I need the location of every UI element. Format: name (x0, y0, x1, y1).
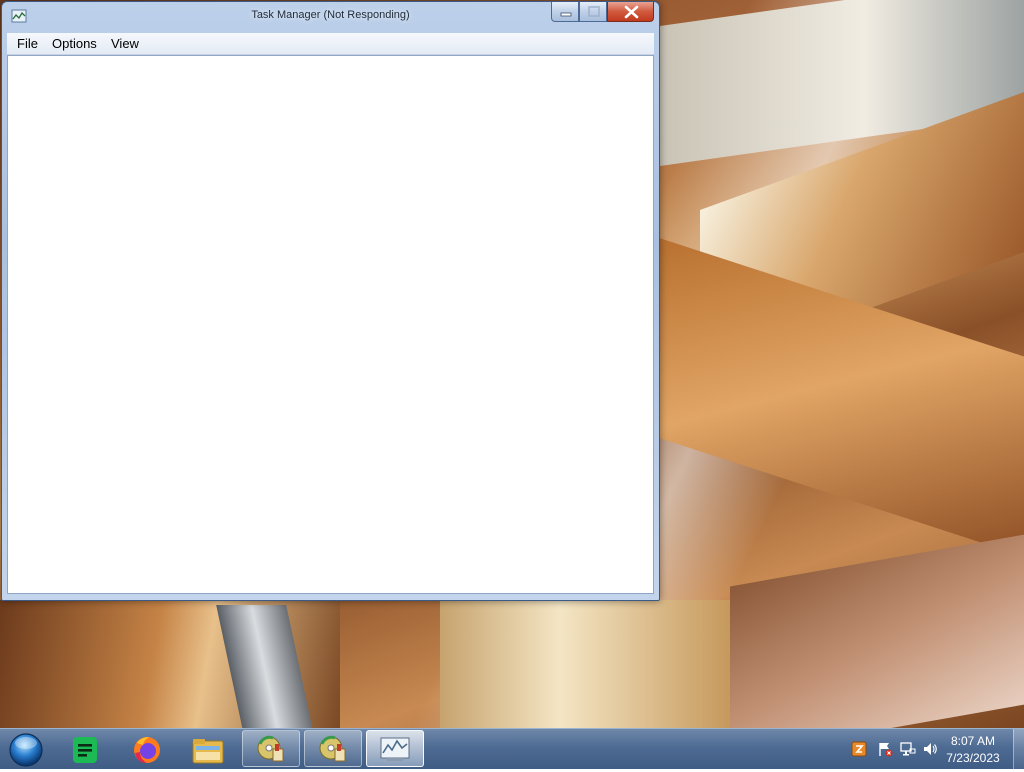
taskbar: 8:07 AM 7/23/2023 (0, 728, 1024, 769)
maximize-button[interactable] (579, 2, 607, 22)
task-manager-icon (380, 737, 410, 761)
wallpaper-panel (440, 600, 740, 728)
minimize-button[interactable] (551, 2, 579, 22)
action-center-flag-icon[interactable] (877, 741, 893, 757)
menu-options[interactable]: Options (51, 36, 98, 51)
clock-time[interactable]: 8:07 AM (938, 734, 1008, 748)
task-manager-window[interactable]: Task Manager (Not Responding) File Optio… (1, 1, 660, 601)
java-update-icon[interactable] (851, 741, 867, 757)
close-button[interactable] (607, 2, 654, 22)
wallpaper-panel (730, 533, 1024, 728)
installer-cd-icon (257, 735, 284, 762)
taskbar-installer-1[interactable] (242, 730, 300, 767)
window-content-area (7, 55, 654, 594)
taskbar-task-manager[interactable] (366, 730, 424, 767)
show-desktop-button[interactable] (1013, 729, 1024, 769)
start-button[interactable] (6, 731, 44, 767)
close-icon (624, 5, 639, 19)
system-tray: 8:07 AM 7/23/2023 (844, 729, 1024, 769)
windows-orb-icon (9, 733, 43, 767)
taskbar-firefox[interactable] (119, 733, 175, 767)
clock-date[interactable]: 7/23/2023 (938, 751, 1008, 765)
firefox-icon (134, 737, 160, 763)
maximize-icon (588, 6, 600, 17)
volume-icon[interactable] (922, 741, 938, 757)
folder-icon (192, 739, 224, 764)
taskbar-file-explorer[interactable] (180, 733, 236, 767)
menu-bar: File Options View (7, 33, 654, 55)
installer-cd-icon (319, 735, 346, 762)
taskbar-installer-2[interactable] (304, 730, 362, 767)
green-document-icon (73, 737, 97, 763)
network-icon[interactable] (900, 741, 916, 757)
minimize-icon (560, 12, 572, 17)
taskbar-docs-app[interactable] (58, 733, 114, 767)
menu-view[interactable]: View (110, 36, 140, 51)
menu-file[interactable]: File (16, 36, 39, 51)
